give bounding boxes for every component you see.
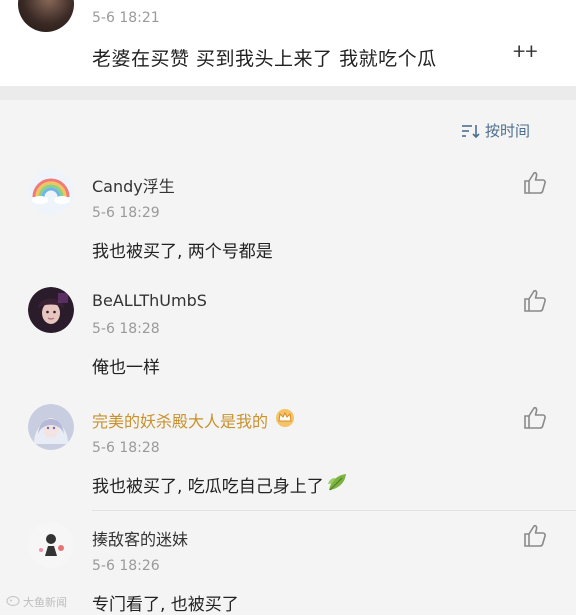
sort-label: 按时间 [484,122,530,140]
comment-time: 5-6 18:28 [92,321,160,337]
comment-text: 专门看了, 也被买了 [92,595,239,615]
top-comment-avatar[interactable] [18,0,74,32]
anime-avatar[interactable] [28,404,74,450]
top-comment-time: 5-6 18:21 [92,10,160,26]
comment-time: 5-6 18:28 [92,440,160,456]
sort-icon [461,123,481,139]
sort-by-time-button[interactable]: 按时间 [461,120,530,141]
comment-time: 5-6 18:26 [92,558,160,574]
comment-item: 完美的妖杀殿大人是我的 5-6 18:28 我也被买了, 吃瓜吃自己身上了 [0,400,576,511]
rainbow-avatar[interactable] [28,169,74,215]
like-icon[interactable] [521,522,549,550]
comment-text: 我也被买了, 吃瓜吃自己身上了 [92,477,324,497]
comment-time: 5-6 18:29 [92,205,160,221]
leaf-emoji-icon [326,472,348,497]
watermark-logo-icon [6,595,20,610]
comment-item: 揍敌客的迷妹 5-6 18:26 专门看了, 也被买了 [0,518,576,615]
section-divider [0,86,576,100]
comment-username[interactable]: 完美的妖杀殿大人是我的 [92,408,268,432]
doodle-avatar[interactable] [28,522,74,568]
comment-text: 我也被买了, 两个号都是 [92,242,273,262]
crown-badge-icon [274,408,296,432]
top-comment-card: 5-6 18:21 老婆在买赞 买到我头上来了 我就吃个瓜 ⵜⵜ [0,0,576,86]
comment-separator [92,510,576,511]
comment-username[interactable]: BeALLThUmbS [92,291,207,310]
watermark: 大鱼新闻 [6,594,67,610]
like-icon[interactable] [521,404,549,432]
comment-username[interactable]: Candy浮生 [92,173,175,197]
comment-item: BeALLThUmbS 5-6 18:28 俺也一样 [0,283,576,393]
comment-username[interactable]: 揍敌客的迷妹 [92,526,188,550]
like-icon[interactable] [521,169,549,197]
comment-username-row: 完美的妖杀殿大人是我的 [92,408,296,432]
watermark-text: 大鱼新闻 [23,596,67,609]
comment-text-row: 我也被买了, 吃瓜吃自己身上了 [92,472,348,497]
top-comment-text: 老婆在买赞 买到我头上来了 我就吃个瓜 [92,48,437,70]
comment-text: 俺也一样 [92,358,160,378]
sort-row: 按时间 [0,100,576,152]
like-icon[interactable] [521,287,549,315]
comment-item: Candy浮生 5-6 18:29 我也被买了, 两个号都是 [0,165,576,283]
top-comment-emoji: ⵜⵜ [513,42,538,61]
girl-avatar[interactable] [28,287,74,333]
